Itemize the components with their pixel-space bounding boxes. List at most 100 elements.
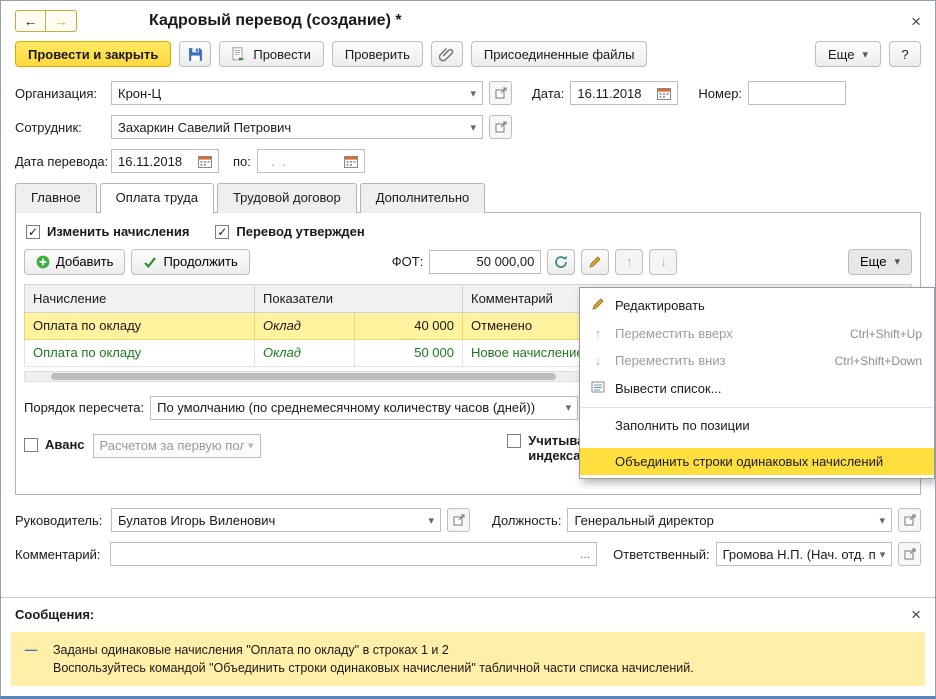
menu-item-move-up[interactable]: ↑ Переместить вверх Ctrl+Shift+Up: [580, 320, 934, 347]
advance-checkbox[interactable]: Аванс: [24, 437, 85, 453]
manager-combo[interactable]: Булатов Игорь Виленович ▾: [111, 508, 441, 532]
tab-extra[interactable]: Дополнительно: [359, 183, 486, 213]
continue-button[interactable]: Продолжить: [131, 248, 250, 275]
cell-value[interactable]: 40 000: [354, 311, 463, 340]
message-line[interactable]: Воспользуйтесь командой "Объединить стро…: [23, 659, 913, 677]
flags-row: ✓ Изменить начисления ✓ Перевод утвержде…: [24, 221, 912, 249]
move-up-button[interactable]: ↑: [615, 248, 644, 275]
arrow-up-icon: ↑: [594, 326, 602, 341]
calendar-icon[interactable]: [198, 155, 212, 168]
check-button[interactable]: Проверить: [331, 41, 423, 67]
comment-field[interactable]: ...: [110, 542, 598, 566]
responsible-value: Громова Н.П. (Нач. отд. п: [722, 546, 876, 562]
open-icon: [495, 87, 506, 99]
grid-command-bar: Добавить Продолжить ФОТ: 50 000,00 ↑ ↓ Е…: [24, 248, 912, 275]
responsible-open-button[interactable]: [898, 542, 921, 566]
tab-main[interactable]: Главное: [15, 183, 97, 213]
transfer-approved-label: Перевод утвержден: [236, 224, 365, 239]
post-button[interactable]: Провести: [219, 41, 324, 67]
col-indicators[interactable]: Показатели: [254, 283, 463, 313]
toolbar-more-button[interactable]: Еще ▾: [815, 41, 881, 67]
cell-value[interactable]: 50 000: [354, 338, 463, 367]
date-field[interactable]: 16.11.2018: [570, 81, 679, 105]
recalc-dropdown-icon[interactable]: ▾: [566, 401, 572, 414]
page-title: Кадровый перевод (создание) *: [149, 12, 402, 29]
refresh-button[interactable]: [547, 248, 576, 275]
org-combo[interactable]: Крон-Ц ▾: [111, 81, 483, 105]
change-accruals-checkbox[interactable]: ✓ Изменить начисления: [26, 224, 189, 240]
date-value: 16.11.2018: [577, 85, 642, 101]
save-icon: [188, 47, 202, 61]
attach-button[interactable]: [430, 41, 463, 67]
close-button[interactable]: ×: [911, 13, 921, 30]
forward-button[interactable]: →: [46, 10, 77, 32]
fot-field[interactable]: 50 000,00: [429, 249, 542, 274]
employee-combo[interactable]: Захаркин Савелий Петрович ▾: [111, 115, 483, 139]
calendar-icon[interactable]: [657, 87, 672, 100]
responsible-combo[interactable]: Громова Н.П. (Нач. отд. п ▾: [715, 542, 893, 566]
messages-close-button[interactable]: ×: [911, 606, 921, 623]
chevron-down-icon: ▾: [894, 256, 900, 269]
attached-files-button[interactable]: Присоединенные файлы: [470, 41, 648, 67]
menu-item-fill-by-position[interactable]: Заполнить по позиции: [580, 412, 934, 439]
manager-dropdown-icon[interactable]: ▾: [428, 514, 434, 527]
org-row: Организация: Крон-Ц ▾ Дата: 16.11.2018 Н…: [1, 76, 935, 110]
menu-item-label: Объединить строки одинаковых начислений: [615, 454, 884, 469]
employee-value: Захаркин Савелий Петрович: [118, 119, 292, 135]
add-row-button[interactable]: Добавить: [24, 248, 126, 275]
col-accrual[interactable]: Начисление: [24, 283, 255, 313]
recalc-combo[interactable]: По умолчанию (по среднемесячному количес…: [150, 395, 579, 420]
move-down-button[interactable]: ↓: [649, 248, 678, 275]
menu-item-label: Переместить вверх: [615, 326, 733, 341]
to-date-field[interactable]: . .: [256, 149, 365, 173]
transfer-date-field[interactable]: 16.11.2018: [111, 149, 219, 173]
calendar-icon[interactable]: [343, 155, 358, 168]
cell-indicator[interactable]: Оклад: [254, 311, 355, 340]
change-accruals-label: Изменить начисления: [47, 224, 190, 239]
position-combo[interactable]: Генеральный директор ▾: [567, 508, 892, 532]
org-dropdown-icon[interactable]: ▾: [470, 87, 476, 100]
responsible-dropdown-icon[interactable]: ▾: [880, 548, 886, 561]
tab-salary[interactable]: Оплата труда: [99, 183, 214, 213]
position-value: Генеральный директор: [574, 512, 714, 528]
back-button[interactable]: ←: [15, 10, 46, 32]
menu-item-edit[interactable]: Редактировать: [580, 291, 934, 320]
employee-dropdown-icon[interactable]: ▾: [470, 121, 476, 134]
message-text: Заданы одинаковые начисления "Оплата по …: [53, 642, 449, 657]
scrollbar-thumb[interactable]: [51, 372, 557, 380]
help-button[interactable]: ?: [889, 41, 921, 67]
menu-item-label: Заполнить по позиции: [615, 418, 750, 433]
forward-icon: →: [54, 13, 68, 29]
position-dropdown-icon[interactable]: ▾: [879, 514, 885, 527]
advance-combo[interactable]: Расчетом за первую полс ▾: [92, 433, 261, 458]
position-label: Должность:: [492, 512, 562, 528]
messages-section: Сообщения: × — Заданы одинаковые начисле…: [1, 596, 935, 696]
chevron-down-icon: ▾: [862, 48, 868, 61]
responsible-label: Ответственный:: [613, 546, 710, 562]
menu-item-move-down[interactable]: ↓ Переместить вниз Ctrl+Shift+Down: [580, 347, 934, 374]
messages-header: Сообщения: ×: [1, 596, 935, 625]
manager-open-button[interactable]: [447, 508, 470, 532]
menu-item-show-list[interactable]: Вывести список...: [580, 374, 934, 403]
cell-accrual[interactable]: Оплата по окладу: [24, 338, 255, 367]
edit-row-button[interactable]: [581, 248, 610, 275]
paperclip-icon: [439, 47, 454, 61]
menu-item-merge-rows[interactable]: Объединить строки одинаковых начислений: [580, 448, 934, 475]
cell-indicator[interactable]: Оклад: [254, 338, 355, 367]
message-line[interactable]: — Заданы одинаковые начисления "Оплата п…: [23, 641, 913, 659]
number-field[interactable]: [748, 81, 847, 105]
cell-accrual[interactable]: Оплата по окладу: [24, 311, 255, 340]
choose-icon[interactable]: ...: [580, 547, 590, 561]
continue-label: Продолжить: [163, 254, 238, 270]
tab-contract[interactable]: Трудовой договор: [216, 183, 357, 213]
transfer-date-label: Дата перевода:: [15, 153, 109, 169]
org-open-button[interactable]: [489, 81, 512, 105]
transfer-approved-checkbox[interactable]: ✓ Перевод утвержден: [215, 224, 365, 240]
grid-more-button[interactable]: Еще ▾: [848, 248, 912, 275]
position-open-button[interactable]: [898, 508, 921, 532]
advance-value: Расчетом за первую полс: [99, 438, 244, 454]
employee-open-button[interactable]: [489, 115, 512, 139]
open-icon: [495, 121, 506, 133]
post-and-close-button[interactable]: Провести и закрыть: [15, 41, 172, 67]
save-button[interactable]: [179, 41, 212, 67]
